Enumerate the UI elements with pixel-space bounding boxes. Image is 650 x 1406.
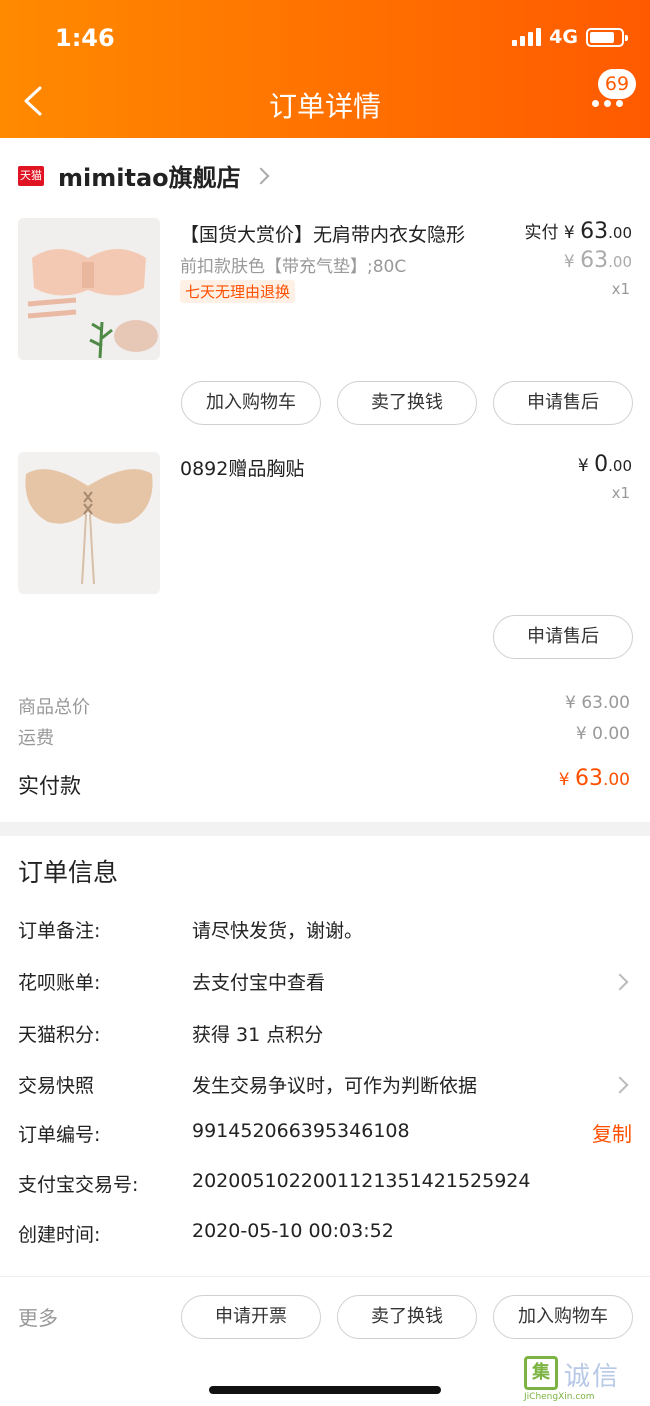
more-actions-label[interactable]: 更多	[18, 1302, 58, 1331]
chevron-right-icon	[611, 973, 629, 991]
alipay-trade-label: 支付宝交易号:	[18, 1174, 139, 1196]
shipping-label: 运费	[18, 728, 54, 749]
alipay-trade-row: 支付宝交易号: 2020051022001121351421525924	[18, 1164, 632, 1204]
watermark: 集 诚信 JiChengXin.com	[524, 1356, 636, 1402]
return-policy-tag: 七天无理由退换	[180, 280, 296, 303]
tmall-points-row: 天猫积分: 获得 31 点积分	[18, 1014, 632, 1054]
section-divider	[0, 822, 650, 836]
tmall-logo-icon: 天猫	[18, 165, 44, 186]
message-count-badge: 69	[598, 69, 636, 99]
product-image-bra[interactable]	[18, 218, 160, 360]
gift-price-decimal: .00	[608, 457, 632, 475]
more-dots-icon	[592, 100, 623, 107]
chevron-right-icon	[252, 167, 270, 184]
product-title[interactable]: 【国货大赏价】无肩带内衣女隐形	[180, 220, 465, 247]
gift-price: ¥ 0.00	[578, 452, 632, 477]
watermark-text: 诚信	[564, 1362, 621, 1392]
gift-price-integer: 0	[594, 452, 609, 477]
goods-total-label: 商品总价	[18, 697, 90, 718]
paid-price-integer: 63	[580, 219, 609, 244]
huabei-bill-label: 花呗账单:	[18, 972, 101, 994]
tmall-points-value: 获得 31 点积分	[192, 1024, 324, 1046]
trade-snapshot-row[interactable]: 交易快照 发生交易争议时，可作为判断依据	[18, 1065, 632, 1105]
after-sales-button[interactable]: 申请售后	[493, 615, 633, 659]
order-info-title: 订单信息	[18, 858, 119, 887]
copy-order-number-button[interactable]: 复制	[592, 1118, 632, 1147]
order-note-row: 订单备注: 请尽快发货，谢谢。	[18, 910, 632, 950]
huabei-bill-value: 去支付宝中查看	[192, 972, 326, 994]
huabei-bill-row[interactable]: 花呗账单: 去支付宝中查看	[18, 962, 632, 1002]
request-invoice-button[interactable]: 申请开票	[181, 1295, 321, 1339]
paid-total-integer: 63	[574, 766, 603, 791]
tmall-points-label: 天猫积分:	[18, 1024, 101, 1046]
paid-total-label: 实付款	[18, 774, 81, 798]
trade-snapshot-value: 发生交易争议时，可作为判断依据	[192, 1075, 478, 1097]
product-sku: 前扣款肤色【带充气垫】;80C	[180, 257, 407, 277]
created-time-row: 创建时间: 2020-05-10 00:03:52	[18, 1214, 632, 1254]
order-number-label: 订单编号:	[18, 1124, 101, 1146]
add-to-cart-button[interactable]: 加入购物车	[493, 1295, 633, 1339]
watermark-url: JiChengXin.com	[524, 1392, 595, 1402]
created-time-value: 2020-05-10 00:03:52	[192, 1220, 394, 1242]
network-label: 4G	[549, 26, 578, 48]
status-time: 1:46	[55, 24, 115, 52]
alipay-trade-value: 2020051022001121351421525924	[192, 1170, 531, 1192]
paid-price-decimal: .00	[608, 224, 632, 242]
product-title[interactable]: 0892赠品胸贴	[180, 454, 304, 481]
product-image-gift[interactable]	[18, 452, 160, 594]
original-price-decimal: .00	[608, 253, 632, 271]
paid-total-value: ¥ 63.00	[559, 766, 630, 791]
order-number-row: 订单编号: 991452066395346108 复制	[18, 1114, 632, 1154]
currency-symbol: ¥	[563, 252, 575, 272]
signal-icon	[512, 28, 542, 46]
header-bar: 1:46 4G 订单详情 69	[0, 0, 650, 138]
status-icons: 4G	[512, 26, 628, 48]
paid-total-decimal: .00	[602, 770, 630, 790]
after-sales-button[interactable]: 申请售后	[493, 381, 633, 425]
watermark-logo: 集	[524, 1356, 558, 1390]
battery-icon	[586, 27, 628, 47]
original-price-integer: 63	[580, 248, 609, 273]
currency-symbol: ¥	[577, 456, 589, 476]
original-price: ¥ 63.00	[564, 248, 632, 273]
store-name: mimitao旗舰店	[58, 164, 241, 192]
trade-snapshot-label: 交易快照	[18, 1075, 95, 1097]
shipping-value: ¥ 0.00	[575, 724, 630, 744]
created-time-label: 创建时间:	[18, 1224, 101, 1246]
home-indicator[interactable]	[209, 1386, 441, 1394]
paid-label: 实付	[524, 223, 559, 243]
resell-button[interactable]: 卖了换钱	[337, 1295, 477, 1339]
quantity: x1	[611, 484, 630, 502]
order-note-label: 订单备注:	[18, 920, 101, 942]
paid-price: 实付 ¥ 63.00	[525, 218, 633, 244]
currency-symbol: ¥	[563, 223, 575, 243]
store-row[interactable]: 天猫 mimitao旗舰店	[18, 158, 270, 193]
footer-divider	[0, 1276, 650, 1277]
add-to-cart-button[interactable]: 加入购物车	[181, 381, 321, 425]
chevron-right-icon	[611, 1076, 629, 1094]
goods-total-value: ¥ 63.00	[565, 693, 630, 713]
resell-button[interactable]: 卖了换钱	[337, 381, 477, 425]
order-note-value: 请尽快发货，谢谢。	[192, 920, 364, 942]
order-number-value: 991452066395346108	[192, 1120, 410, 1142]
currency-symbol: ¥	[558, 770, 570, 790]
page-title: 订单详情	[268, 90, 381, 123]
quantity: x1	[611, 280, 630, 298]
